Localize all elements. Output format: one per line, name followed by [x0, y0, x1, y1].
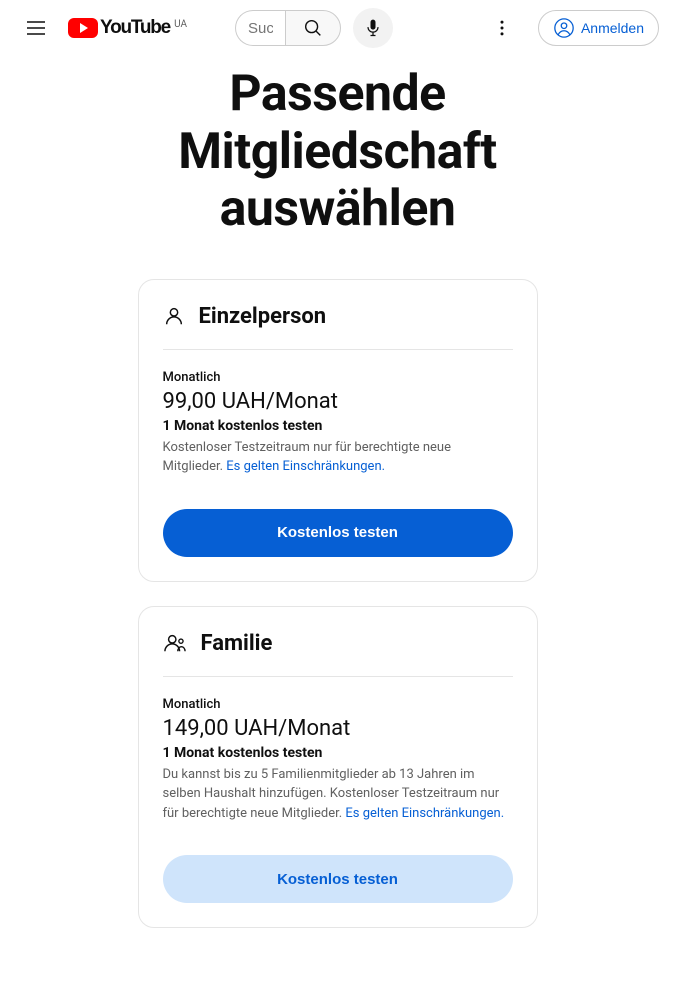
signin-button[interactable]: Anmelden	[538, 10, 659, 46]
person-icon	[163, 305, 185, 327]
hamburger-icon	[24, 16, 48, 40]
plan-description: Kostenloser Testzeitraum nur für berecht…	[163, 438, 513, 477]
page-title: Passende Mitgliedschaft auswählen	[88, 66, 588, 239]
voice-search-button[interactable]	[353, 8, 393, 48]
trial-line: 1 Monat kostenlos testen	[163, 418, 513, 434]
search-wrap	[235, 8, 393, 48]
try-free-button[interactable]: Kostenlos testen	[163, 855, 513, 903]
kebab-menu-icon	[492, 18, 512, 38]
period-label: Monatlich	[163, 697, 513, 712]
search-button[interactable]	[285, 10, 341, 46]
plan-card-individual: Einzelperson Monatlich 99,00 UAH/Monat 1…	[138, 279, 538, 582]
main-content: Passende Mitgliedschaft auswählen Einzel…	[0, 66, 675, 992]
plan-name: Familie	[201, 631, 273, 656]
restrictions-link[interactable]: Es gelten Einschränkungen.	[345, 806, 504, 821]
youtube-logo[interactable]: YouTube UA	[68, 17, 187, 39]
user-icon	[553, 17, 575, 39]
restrictions-link[interactable]: Es gelten Einschränkungen.	[226, 459, 385, 474]
plan-name: Einzelperson	[199, 304, 327, 329]
signin-label: Anmelden	[581, 20, 644, 36]
brand-text: YouTube	[100, 17, 170, 39]
header: YouTube UA Anmelden	[0, 0, 675, 56]
menu-button[interactable]	[16, 8, 56, 48]
family-icon	[163, 632, 187, 654]
search-input[interactable]	[235, 10, 285, 46]
search-icon	[302, 17, 324, 39]
period-label: Monatlich	[163, 370, 513, 385]
settings-button[interactable]	[482, 8, 522, 48]
plan-description: Du kannst bis zu 5 Familienmitglieder ab…	[163, 765, 513, 824]
region-code: UA	[174, 19, 187, 30]
youtube-play-icon	[68, 18, 98, 38]
try-free-button[interactable]: Kostenlos testen	[163, 509, 513, 557]
price: 99,00 UAH/Monat	[163, 389, 513, 414]
price: 149,00 UAH/Monat	[163, 716, 513, 741]
plan-card-family: Familie Monatlich 149,00 UAH/Monat 1 Mon…	[138, 606, 538, 929]
trial-line: 1 Monat kostenlos testen	[163, 745, 513, 761]
microphone-icon	[363, 18, 383, 38]
